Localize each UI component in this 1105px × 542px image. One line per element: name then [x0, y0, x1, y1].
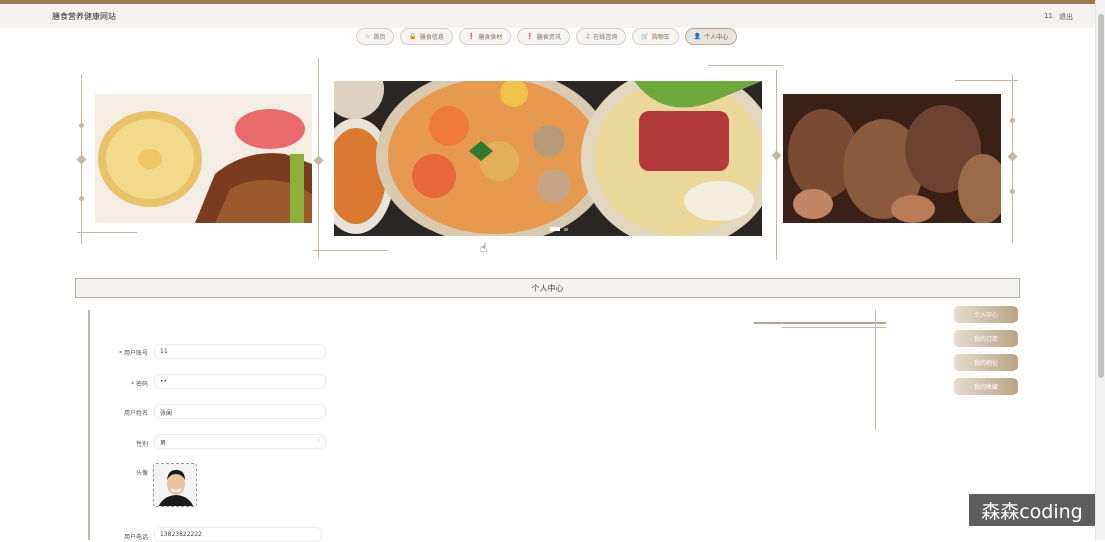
name-input[interactable]: 张阑 [154, 404, 326, 419]
nav-label: 在线咨询 [593, 34, 618, 41]
slide-center-image[interactable] [334, 81, 762, 236]
deco-line [776, 70, 777, 260]
info-icon: ❗ [526, 33, 534, 40]
page-scrollbar[interactable] [1095, 0, 1105, 540]
slide-left-image[interactable] [95, 94, 312, 223]
avatar [154, 464, 196, 506]
deco-diamond [76, 154, 87, 165]
deco-dot [79, 123, 84, 128]
side-menu-profile[interactable]: 个人中心 [954, 306, 1018, 323]
avatar-upload[interactable] [153, 463, 197, 507]
deco-line [77, 232, 137, 233]
section-title-bar: 个人中心 [75, 278, 1020, 298]
deco-dot [79, 196, 84, 201]
deco-diamond [1007, 151, 1018, 162]
nav-label: 首页 [373, 34, 386, 41]
hand-cursor-icon: ☝ [480, 241, 488, 255]
logout-link[interactable]: 退出 [1059, 12, 1073, 22]
deco-line [754, 322, 886, 324]
account-label: * 用户账号 [119, 350, 148, 357]
chat-icon: ♫ [584, 33, 591, 40]
gender-value: 男 [160, 440, 167, 447]
nav-consult[interactable]: ♫ 在线咨询 [575, 28, 627, 45]
watermark: 森森coding [969, 494, 1095, 526]
password-input[interactable]: •• [154, 374, 326, 389]
gender-select[interactable]: 男 › [154, 434, 326, 449]
deco-dot [1010, 118, 1015, 123]
header-bar: 膳食营养健康网站 11 退出 [0, 4, 1095, 28]
nav-meal-info[interactable]: 🔒 膳食信息 [400, 28, 453, 45]
deco-line [782, 327, 886, 328]
deco-diamond [771, 150, 782, 161]
password-label: * 密码 [131, 381, 148, 388]
slide-right-image[interactable] [783, 94, 1001, 223]
form-side-line [88, 310, 90, 540]
nav-label: 膳食食材 [478, 34, 503, 41]
nav-label: 购物车 [651, 34, 670, 41]
side-menu-favorites[interactable]: 我的收藏 [954, 378, 1018, 395]
user-icon: 👤 [693, 33, 702, 40]
deco-line [875, 310, 876, 430]
deco-line [313, 250, 388, 251]
section-title: 个人中心 [531, 283, 564, 293]
deco-line [955, 80, 1018, 81]
star-icon: ☆ [365, 33, 371, 40]
nav-news[interactable]: ❗ 膳食资讯 [517, 28, 570, 45]
nav-label: 膳食信息 [419, 34, 444, 41]
nav-profile[interactable]: 👤 个人中心 [684, 28, 738, 45]
nav-home[interactable]: ☆ 首页 [356, 28, 395, 45]
info-icon: ❗ [467, 33, 476, 40]
deco-diamond [313, 155, 324, 166]
side-menu-orders[interactable]: 我的订单 [954, 330, 1018, 347]
main-nav: ☆ 首页 🔒 膳食信息 ❗ 膳食食材 ❗ 膳食资讯 ♫ 在线咨询 🛒 购物车 👤 个人中心 [356, 28, 738, 45]
nav-label: 膳食资讯 [536, 34, 561, 41]
deco-dot [1010, 189, 1015, 194]
account-input[interactable]: 11 [154, 344, 326, 359]
gender-label: 性别 [135, 441, 148, 448]
avatar-label: 头像 [135, 470, 148, 477]
cart-icon: 🛒 [641, 33, 649, 40]
nav-ingredients[interactable]: ❗ 膳食食材 [458, 28, 512, 45]
chevron-down-icon: › [317, 437, 320, 444]
deco-line [708, 65, 783, 66]
nav-cart[interactable]: 🛒 购物车 [632, 28, 679, 45]
lock-icon: 🔒 [409, 33, 417, 40]
scroll-thumb[interactable] [1098, 14, 1104, 378]
side-menu-address[interactable]: 我的地址 [954, 354, 1018, 371]
user-id: 11 [1044, 12, 1053, 20]
side-menu: 个人中心 我的订单 我的地址 我的收藏 [954, 306, 1018, 395]
site-title: 膳食营养健康网站 [52, 12, 116, 21]
nav-label: 个人中心 [704, 34, 729, 41]
name-label: 用户姓名 [123, 410, 148, 417]
